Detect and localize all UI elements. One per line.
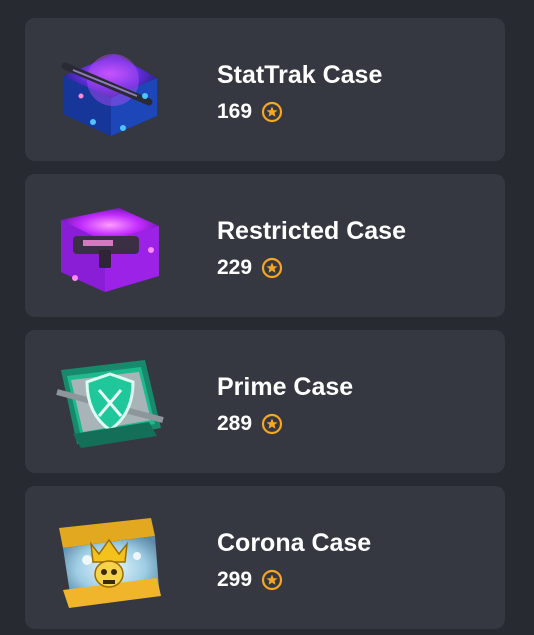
case-price: 299 [217, 568, 253, 591]
case-price: 289 [217, 412, 253, 435]
case-card-prime[interactable]: Prime Case 289 [25, 330, 505, 473]
case-card-restricted[interactable]: Restricted Case 229 [25, 174, 505, 317]
case-price: 169 [217, 100, 253, 123]
coin-star-icon [261, 569, 283, 591]
price-row: 289 [217, 410, 283, 438]
coin-star-icon [261, 413, 283, 435]
case-price: 229 [217, 256, 253, 279]
prime-case-icon [53, 348, 165, 455]
corona-case-icon [53, 504, 165, 611]
case-card-stattrak[interactable]: StatTrak Case 169 [25, 18, 505, 161]
price-row: 169 [217, 98, 283, 126]
case-title: Prime Case [217, 373, 354, 401]
price-row: 299 [217, 566, 283, 594]
case-title: StatTrak Case [217, 61, 383, 89]
price-row: 229 [217, 254, 283, 282]
case-card-corona[interactable]: Corona Case 299 [25, 486, 505, 629]
coin-star-icon [261, 101, 283, 123]
coin-star-icon [261, 257, 283, 279]
case-title: Corona Case [217, 529, 372, 557]
case-list: StatTrak Case 169 Restricted Case 229 Pr… [0, 0, 534, 635]
stattrak-case-icon [53, 36, 165, 143]
case-title: Restricted Case [217, 217, 406, 245]
restricted-case-icon [53, 192, 165, 299]
